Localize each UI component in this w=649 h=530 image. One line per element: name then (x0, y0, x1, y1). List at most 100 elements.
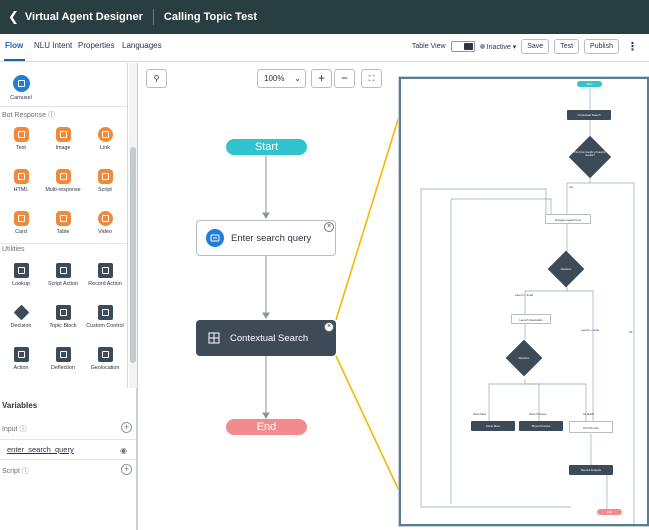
subflow-edge-label: Launch + Large (581, 329, 600, 332)
palette-item-decision[interactable]: Decision (0, 304, 42, 329)
subflow-record-node[interactable]: Record Analysis (569, 465, 613, 475)
subflow-show-previous-node[interactable]: Show Previous (519, 421, 563, 431)
palette-item-image[interactable]: Image (42, 127, 84, 151)
subflow-question-label: Dungeon search List (555, 218, 581, 222)
status-dot-icon (479, 43, 485, 49)
carousel-icon (12, 75, 30, 92)
back-label: Virtual Agent Designer (24, 11, 143, 23)
palette-item-label: Geolocation (90, 365, 120, 371)
node-enter-search-query[interactable]: Enter search query (196, 220, 336, 256)
palette-item-multi-response[interactable]: Multi-response (42, 169, 84, 193)
palette-item-label: Link (100, 145, 110, 151)
palette-item-deflection[interactable]: Deflection (42, 347, 84, 371)
script-label: Script (2, 468, 20, 475)
table-view-toggle[interactable] (450, 41, 475, 52)
script-variables-row: Script ⓘ + (0, 462, 136, 480)
add-input-variable-icon[interactable]: + (121, 422, 132, 433)
palette-item-text[interactable]: Text (0, 127, 42, 151)
palette-scrollbar-thumb[interactable] (130, 147, 136, 363)
palette-item-script[interactable]: Script (84, 169, 126, 193)
text-icon (13, 127, 29, 142)
status-label: Inactive (486, 43, 511, 51)
palette-item-label: Carousel (10, 95, 32, 101)
eye-icon[interactable]: ◉ (120, 446, 127, 455)
app-header: ❮ Virtual Agent Designer Calling Topic T… (0, 0, 649, 34)
subflow-edge-label: Yes (569, 186, 574, 189)
palette-item-label: Text (16, 145, 26, 151)
subflow-edge-label: No Match (583, 413, 595, 416)
deflection-icon (55, 347, 71, 362)
row-divider (0, 459, 136, 460)
palette-item-lookup[interactable]: Lookup (0, 263, 42, 287)
card-icon (13, 211, 29, 226)
palette-item-table[interactable]: Table (42, 211, 84, 235)
start-node[interactable]: Start (226, 139, 307, 155)
sidebar: Carousel Bot Response ⓘ Text Image Link HTM… (0, 63, 138, 530)
action-icon (13, 347, 29, 362)
subflow-did-this-help-node[interactable]: Did this help (569, 421, 613, 433)
toolbar: Table View Inactive ▾ Save Test Publish … (412, 39, 641, 54)
info-icon: ⓘ (47, 112, 55, 119)
palette-item-label: Lookup (12, 281, 30, 287)
custom-control-icon (97, 305, 113, 320)
image-icon (55, 127, 71, 142)
subflow-search-node[interactable]: Contextual Search (567, 110, 611, 120)
flow-canvas[interactable]: ⚲ 100% ⌄ + − ⛶ Start Enter search query … (140, 63, 649, 530)
more-options-icon[interactable]: ⋮ (624, 40, 641, 53)
tab-flow[interactable]: Flow (5, 41, 23, 50)
palette-item-label: Decision (10, 323, 32, 329)
palette-item-custom-control[interactable]: Custom Control (84, 305, 126, 329)
input-variable-link[interactable]: enter_search_query (7, 445, 74, 454)
active-tab-indicator (4, 59, 25, 61)
subflow-start-node[interactable]: Start (577, 81, 602, 87)
palette-item-label: Table (56, 229, 70, 235)
input-variables-row: Input ⓘ + (0, 420, 136, 438)
add-script-variable-icon[interactable]: + (121, 464, 132, 475)
tab-properties[interactable]: Properties (78, 41, 114, 50)
subflow-show-more-node[interactable]: Show More (471, 421, 515, 431)
palette-item-card[interactable]: Card (0, 211, 42, 235)
close-icon[interactable]: × (324, 222, 334, 232)
subflow-end-node[interactable]: End (597, 509, 622, 515)
palette-item-action[interactable]: Action (0, 347, 42, 371)
input-label: Input (2, 426, 18, 433)
palette-item-label: Record Action (88, 281, 122, 287)
palette-item-label: Image (55, 145, 71, 151)
info-icon: ⓘ (19, 426, 27, 433)
palette-item-label: Video (98, 229, 112, 235)
node-contextual-search[interactable]: Contextual Search (196, 320, 336, 356)
back-button[interactable]: ❮ Virtual Agent Designer (0, 9, 143, 25)
palette-item-geolocation[interactable]: Geolocation (84, 347, 126, 371)
end-node[interactable]: End (226, 419, 307, 435)
palette-item-script-action[interactable]: Script Action (42, 263, 84, 287)
palette-item-html[interactable]: HTML (0, 169, 42, 193)
palette-item-carousel[interactable]: Carousel (0, 75, 42, 101)
save-button[interactable]: Save (521, 39, 550, 54)
palette-item-label: Custom Control (86, 323, 124, 329)
palette-item-label: Multi-response (45, 187, 81, 193)
subflow-question-node[interactable]: Dungeon search List (545, 214, 591, 224)
grid-icon (205, 329, 223, 347)
variables-title: Variables (2, 401, 38, 410)
tab-bar: Flow NLU Intent Properties Languages Tab… (0, 34, 649, 62)
subflow-decision-2-label: Decision (560, 267, 572, 271)
chevron-left-icon: ❮ (8, 9, 19, 24)
subflow-sub-question-node[interactable]: Launch Specialists (511, 314, 551, 324)
tab-languages[interactable]: Languages (122, 41, 162, 50)
close-icon[interactable]: × (324, 322, 334, 332)
script-icon (97, 169, 113, 184)
video-icon (97, 211, 113, 226)
palette-item-label: Script Action (48, 281, 78, 287)
palette-item-link[interactable]: Link (84, 127, 126, 151)
subflow-preview: Start Contextual Search Find the results… (399, 77, 649, 526)
node-label: Enter search query (231, 232, 312, 244)
status-dropdown[interactable]: Inactive ▾ (479, 43, 516, 51)
palette-item-video[interactable]: Video (84, 211, 126, 235)
publish-button[interactable]: Publish (584, 39, 619, 54)
component-palette: Carousel Bot Response ⓘ Text Image Link HTM… (0, 63, 128, 388)
info-icon: ⓘ (21, 468, 29, 475)
test-button[interactable]: Test (554, 39, 580, 54)
palette-item-record-action[interactable]: Record Action (84, 263, 126, 287)
tab-nlu-intent[interactable]: NLU Intent (34, 41, 72, 50)
palette-item-topic-block[interactable]: Topic Block (42, 305, 84, 329)
